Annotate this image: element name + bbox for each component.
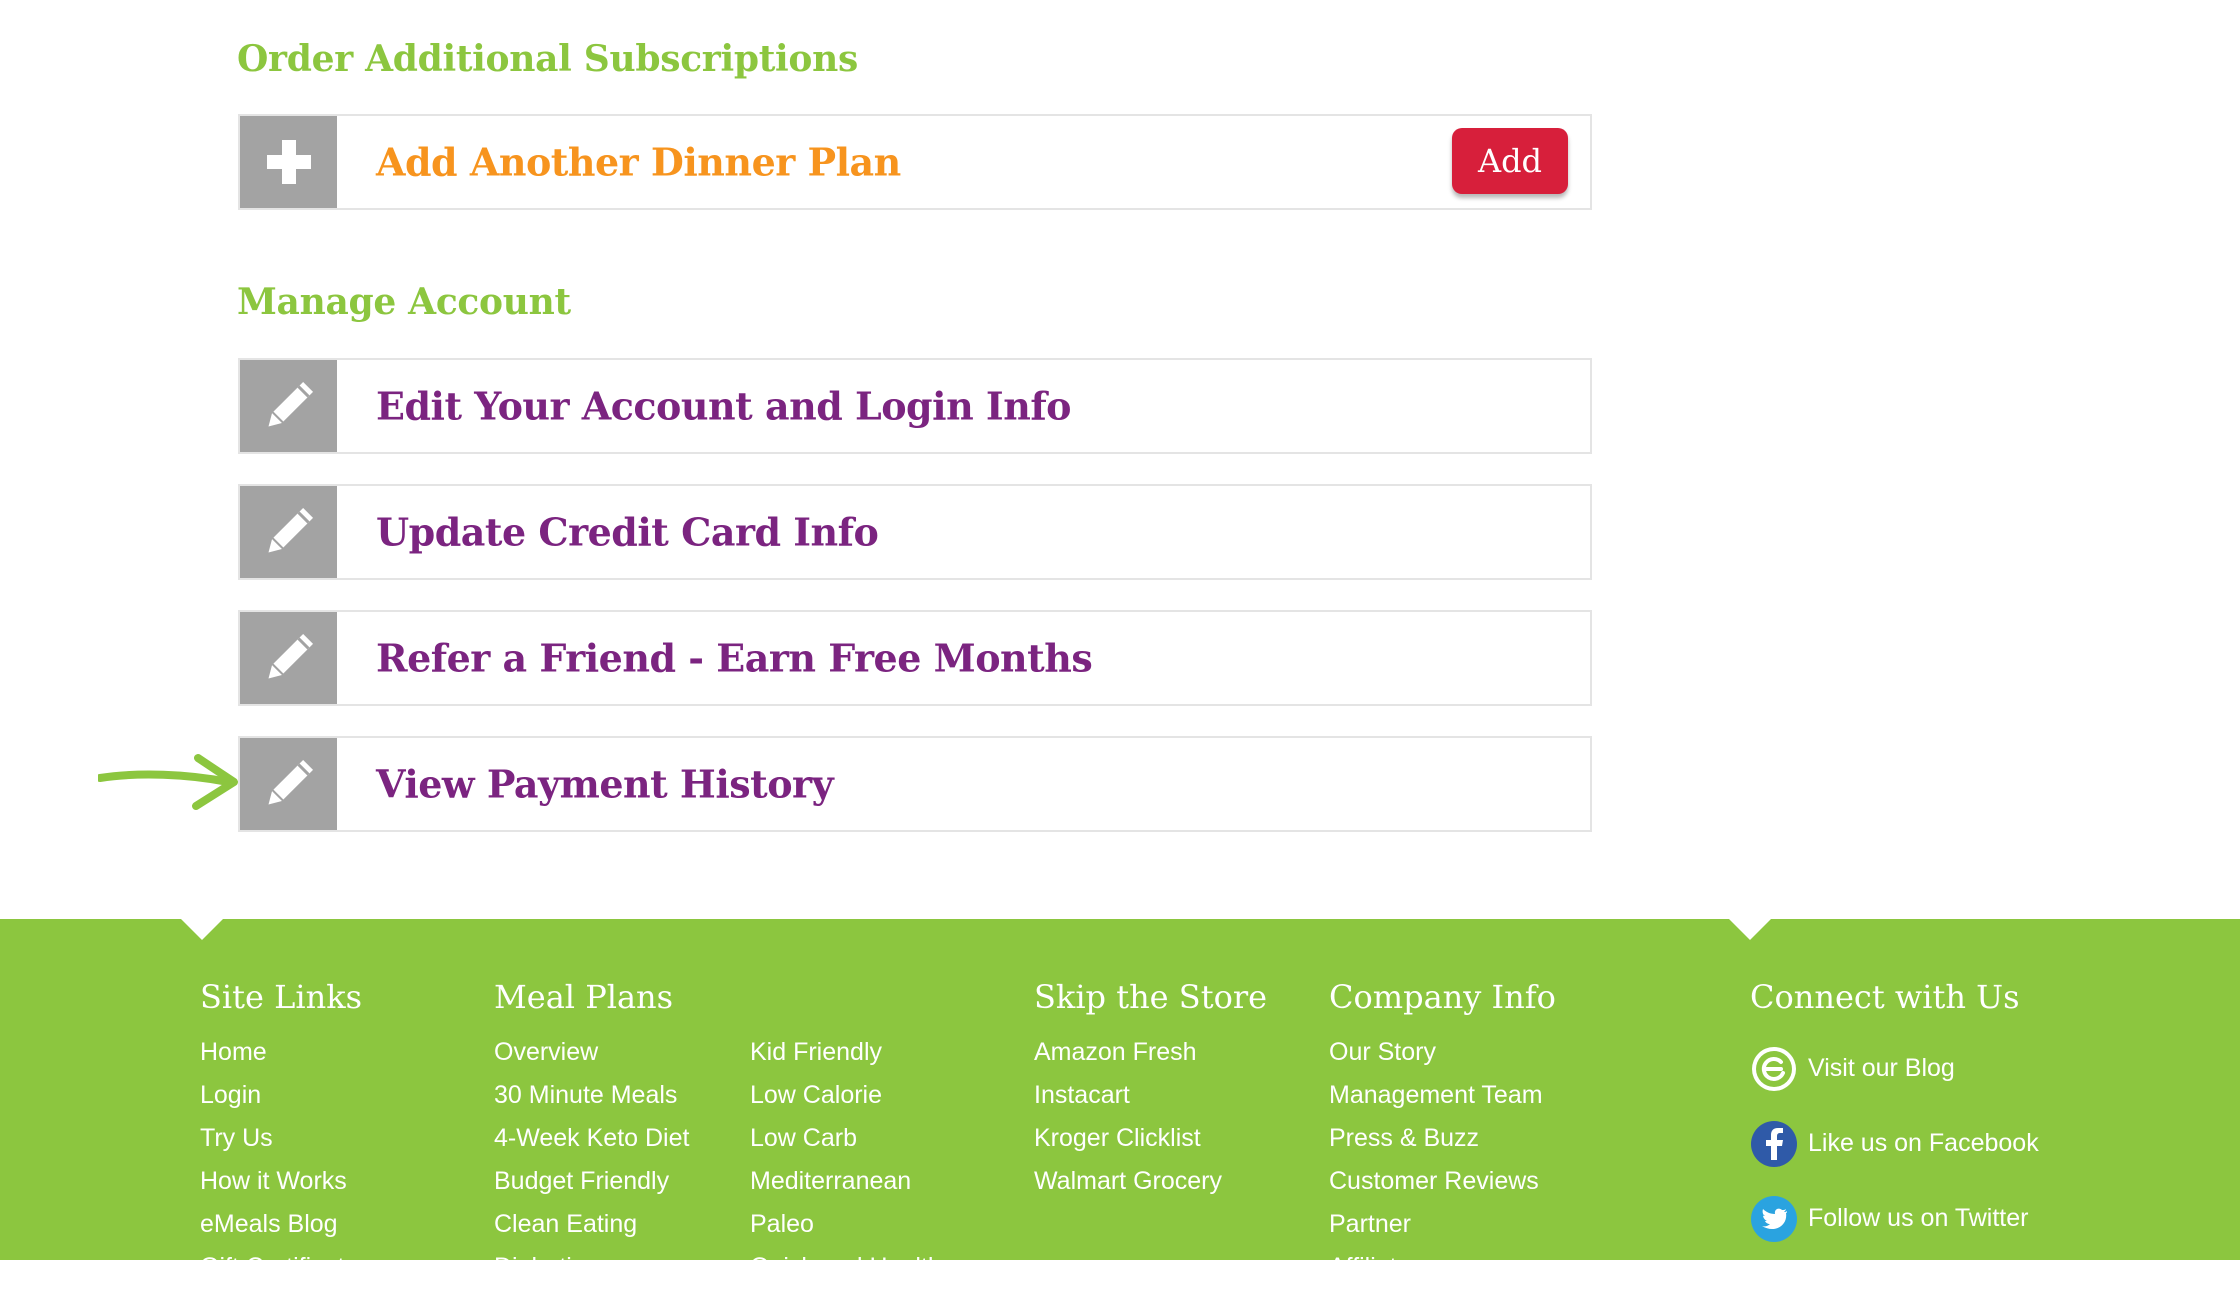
pencil-icon <box>240 612 337 704</box>
footer-link-walmart-grocery[interactable]: Walmart Grocery <box>1034 1160 1267 1203</box>
facebook-link[interactable]: Like us on Facebook <box>1750 1106 2039 1181</box>
skip-store-column: Skip the Store Amazon Fresh Instacart Kr… <box>1034 977 1267 1203</box>
footer-link-low-carb[interactable]: Low Carb <box>750 1117 954 1160</box>
footer-link-try-us[interactable]: Try Us <box>200 1117 371 1160</box>
facebook-icon <box>1751 1120 1797 1167</box>
view-payment-history-row[interactable]: View Payment History <box>238 736 1592 832</box>
meal-plans-column: Meal Plans Overview 30 Minute Meals 4-We… <box>494 977 689 1289</box>
edit-account-row[interactable]: Edit Your Account and Login Info <box>238 358 1592 454</box>
footer-link-mediterranean[interactable]: Mediterranean <box>750 1160 954 1203</box>
footer-link-partner[interactable]: Partner <box>1329 1203 1556 1246</box>
twitter-label[interactable]: Follow us on Twitter <box>1808 1204 2028 1233</box>
footer-link-kroger-clicklist[interactable]: Kroger Clicklist <box>1034 1117 1267 1160</box>
meal-plans-column-2: Kid Friendly Low Calorie Low Carb Medite… <box>750 977 954 1289</box>
view-payment-history-label[interactable]: View Payment History <box>376 762 834 807</box>
twitter-icon <box>1751 1195 1797 1242</box>
plus-icon <box>240 116 337 208</box>
skip-store-heading: Skip the Store <box>1034 978 1268 1016</box>
footer-link-quick-and-healthy[interactable]: Quick and Healthy <box>750 1246 954 1289</box>
facebook-label[interactable]: Like us on Facebook <box>1808 1129 2039 1158</box>
connect-heading: Connect with Us <box>1750 978 2020 1016</box>
blog-icon <box>1752 1046 1796 1091</box>
footer-link-our-story[interactable]: Our Story <box>1329 1031 1556 1074</box>
edit-account-label[interactable]: Edit Your Account and Login Info <box>376 384 1072 429</box>
footer-link-instacart[interactable]: Instacart <box>1034 1074 1267 1117</box>
footer-link-management-team[interactable]: Management Team <box>1329 1074 1556 1117</box>
footer-link-how-it-works[interactable]: How it Works <box>200 1160 371 1203</box>
pencil-icon <box>240 738 337 830</box>
add-button[interactable]: Add <box>1452 128 1568 194</box>
company-info-heading: Company Info <box>1329 978 1556 1016</box>
twitter-link[interactable]: Follow us on Twitter <box>1750 1181 2039 1256</box>
site-links-heading: Site Links <box>200 978 363 1016</box>
visit-blog-label[interactable]: Visit our Blog <box>1808 1054 1955 1083</box>
update-credit-card-row[interactable]: Update Credit Card Info <box>238 484 1592 580</box>
footer-link-home[interactable]: Home <box>200 1031 371 1074</box>
footer-link-press-buzz[interactable]: Press & Buzz <box>1329 1117 1556 1160</box>
footer-link-customer-reviews[interactable]: Customer Reviews <box>1329 1160 1556 1203</box>
footer: Site Links Home Login Try Us How it Work… <box>0 918 2240 1281</box>
footer-notch-right <box>1728 918 1772 940</box>
add-dinner-plan-label[interactable]: Add Another Dinner Plan <box>376 140 901 185</box>
footer-link-kid-friendly[interactable]: Kid Friendly <box>750 1031 954 1074</box>
footer-link-overview[interactable]: Overview <box>494 1031 689 1074</box>
footer-link-blog[interactable]: eMeals Blog <box>200 1203 371 1246</box>
connect-column: Connect with Us Visit our Blog Like us o… <box>1750 977 2039 1256</box>
meal-plans-spacer <box>750 977 954 1017</box>
visit-blog-link[interactable]: Visit our Blog <box>1750 1031 2039 1106</box>
footer-link-low-calorie[interactable]: Low Calorie <box>750 1074 954 1117</box>
footer-link-affiliate[interactable]: Affiliate <box>1329 1246 1556 1289</box>
company-info-column: Company Info Our Story Management Team P… <box>1329 977 1556 1289</box>
footer-link-30-minute-meals[interactable]: 30 Minute Meals <box>494 1074 689 1117</box>
footer-link-paleo[interactable]: Paleo <box>750 1203 954 1246</box>
meal-plans-heading: Meal Plans <box>494 978 674 1016</box>
update-credit-card-label[interactable]: Update Credit Card Info <box>376 510 879 555</box>
refer-friend-label[interactable]: Refer a Friend - Earn Free Months <box>376 636 1093 681</box>
footer-link-gift-certificates[interactable]: Gift Certificates <box>200 1246 371 1289</box>
footer-link-amazon-fresh[interactable]: Amazon Fresh <box>1034 1031 1267 1074</box>
footer-link-clean-eating[interactable]: Clean Eating <box>494 1203 689 1246</box>
manage-account-heading: Manage Account <box>237 281 571 323</box>
footer-link-budget-friendly[interactable]: Budget Friendly <box>494 1160 689 1203</box>
site-links-column: Site Links Home Login Try Us How it Work… <box>200 977 371 1289</box>
order-subscriptions-heading: Order Additional Subscriptions <box>237 38 858 80</box>
footer-link-login[interactable]: Login <box>200 1074 371 1117</box>
add-dinner-plan-row[interactable]: Add Another Dinner Plan Add <box>238 114 1592 210</box>
footer-link-diabetic[interactable]: Diabetic <box>494 1246 689 1289</box>
footer-link-keto-diet[interactable]: 4-Week Keto Diet <box>494 1117 689 1160</box>
green-arrow-icon <box>98 754 238 810</box>
pencil-icon <box>240 360 337 452</box>
refer-friend-row[interactable]: Refer a Friend - Earn Free Months <box>238 610 1592 706</box>
pencil-icon <box>240 486 337 578</box>
footer-notch-left <box>180 918 224 940</box>
